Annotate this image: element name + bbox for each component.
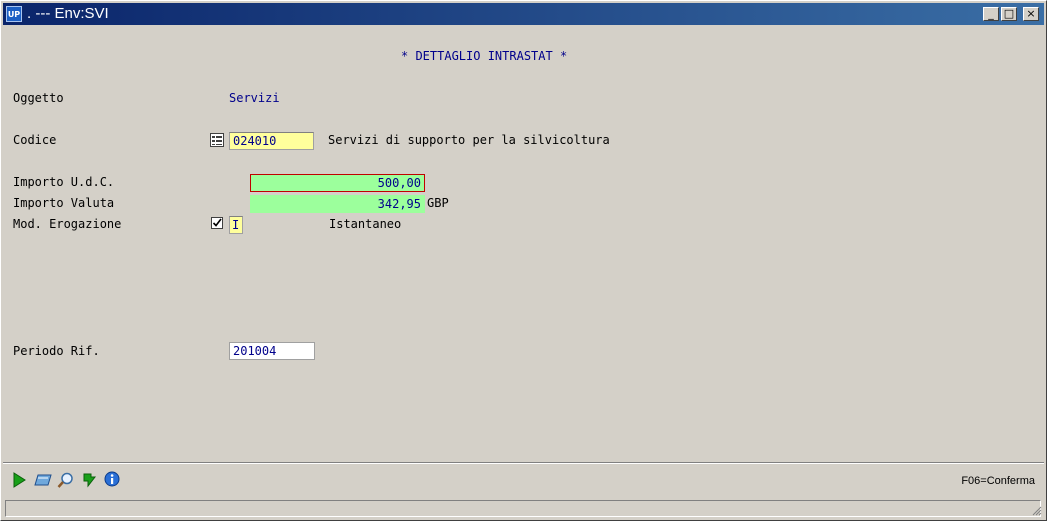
oggetto-label: Oggetto [13, 91, 64, 105]
codice-description: Servizi di supporto per la silvicoltura [328, 133, 610, 147]
periodo-rif-input[interactable]: 201004 [229, 342, 315, 360]
mod-erogazione-input[interactable]: I [229, 216, 243, 234]
codice-input[interactable]: 024010 [229, 132, 314, 150]
app-icon: UP [6, 6, 22, 22]
maximize-button[interactable]: □ [1001, 7, 1017, 21]
status-bar [5, 500, 1041, 517]
currency-code: GBP [427, 196, 449, 210]
back-arrow-icon[interactable] [81, 472, 97, 488]
title-bar[interactable]: UP . --- Env:SVI _ □ × [3, 3, 1044, 25]
mod-erogazione-description: Istantaneo [329, 217, 402, 231]
importo-valuta-input[interactable]: 342,95 [250, 195, 425, 213]
oggetto-value: Servizi [229, 91, 280, 105]
mod-erogazione-label: Mod. Erogazione [13, 217, 122, 231]
checkbox-icon[interactable] [211, 217, 223, 229]
eraser-icon[interactable] [34, 474, 52, 486]
toolbar-separator [3, 462, 1044, 464]
minimize-button[interactable]: _ [983, 7, 999, 21]
resize-grip-icon[interactable] [1030, 504, 1042, 516]
importo-udc-input[interactable]: 500,00 [250, 174, 425, 192]
play-icon[interactable] [12, 472, 26, 488]
lookup-list-icon[interactable] [210, 133, 224, 147]
page-title: * DETTAGLIO INTRASTAT * [401, 49, 568, 63]
info-icon[interactable] [104, 471, 120, 488]
window-title: . --- Env:SVI [27, 5, 109, 22]
search-icon[interactable] [57, 472, 75, 489]
function-key-hint: F06=Conferma [961, 475, 1035, 487]
app-window: UP . --- Env:SVI _ □ × * DETTAGLIO INTRA… [0, 0, 1047, 521]
close-button[interactable]: × [1023, 7, 1039, 21]
codice-label: Codice [13, 133, 57, 147]
importo-udc-label: Importo U.d.C. [13, 175, 115, 189]
periodo-rif-label: Periodo Rif. [13, 344, 100, 358]
importo-valuta-label: Importo Valuta [13, 196, 115, 210]
